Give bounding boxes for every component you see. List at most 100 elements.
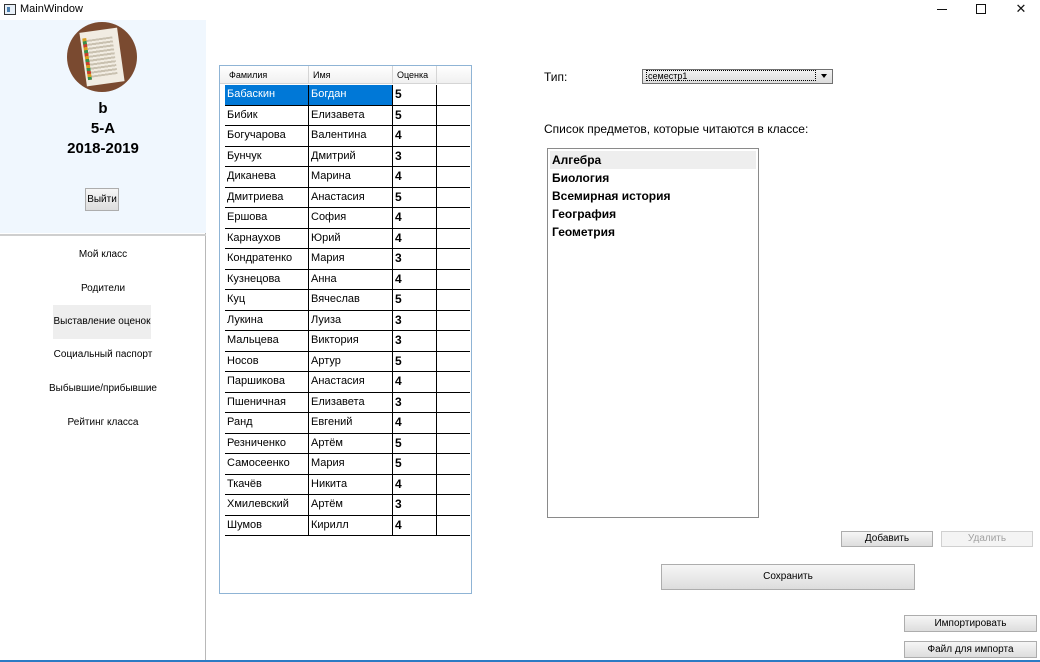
grade-cell[interactable]: 5 xyxy=(393,290,437,311)
grades-table[interactable]: Фамилия Имя Оценка Бабаскин Богдан 5 Бибик Е… xyxy=(219,65,472,594)
surname-cell[interactable]: Мальцева xyxy=(225,331,309,352)
grade-cell[interactable]: 5 xyxy=(393,433,437,454)
table-row[interactable]: Ершова София 4 xyxy=(225,208,470,229)
grade-cell[interactable]: 4 xyxy=(393,228,437,249)
nav-item-class-rating[interactable]: Рейтинг класса xyxy=(40,406,166,440)
surname-cell[interactable]: Шумов xyxy=(225,515,309,536)
table-row[interactable]: Ткачёв Никита 4 xyxy=(225,474,470,495)
name-cell[interactable]: Дмитрий xyxy=(309,146,393,167)
name-cell[interactable]: Елизавета xyxy=(309,392,393,413)
grade-cell[interactable]: 3 xyxy=(393,310,437,331)
table-row[interactable]: Самосеенко Мария 5 xyxy=(225,454,470,475)
list-item[interactable]: Всемирная история xyxy=(550,187,756,205)
grade-cell[interactable]: 3 xyxy=(393,331,437,352)
grade-cell[interactable]: 3 xyxy=(393,495,437,516)
nav-item-grading[interactable]: Выставление оценок xyxy=(53,305,151,339)
table-row[interactable]: Кузнецова Анна 4 xyxy=(225,269,470,290)
surname-cell[interactable]: Паршикова xyxy=(225,372,309,393)
grade-cell[interactable]: 5 xyxy=(393,351,437,372)
grade-cell[interactable]: 3 xyxy=(393,146,437,167)
list-item[interactable]: Алгебра xyxy=(550,151,756,169)
name-cell[interactable]: Юрий xyxy=(309,228,393,249)
surname-cell[interactable]: Кузнецова xyxy=(225,269,309,290)
delete-button[interactable]: Удалить xyxy=(941,531,1033,547)
table-row[interactable]: Бибик Елизавета 5 xyxy=(225,105,470,126)
grade-cell[interactable]: 3 xyxy=(393,392,437,413)
name-cell[interactable]: Никита xyxy=(309,474,393,495)
name-cell[interactable]: Луиза xyxy=(309,310,393,331)
name-cell[interactable]: Анна xyxy=(309,269,393,290)
nav-item-my-class[interactable]: Мой класс xyxy=(40,238,166,272)
surname-cell[interactable]: Ранд xyxy=(225,413,309,434)
grade-cell[interactable]: 4 xyxy=(393,208,437,229)
name-cell[interactable]: Богдан xyxy=(309,85,393,106)
grade-cell[interactable]: 4 xyxy=(393,474,437,495)
column-header-grade[interactable]: Оценка xyxy=(393,66,437,84)
import-button[interactable]: Импортировать xyxy=(904,615,1037,632)
column-header-name[interactable]: Имя xyxy=(309,66,393,84)
import-file-button[interactable]: Файл для импорта xyxy=(904,641,1037,658)
name-cell[interactable]: Мария xyxy=(309,454,393,475)
list-item[interactable]: География xyxy=(550,205,756,223)
name-cell[interactable]: Валентина xyxy=(309,126,393,147)
name-cell[interactable]: Артур xyxy=(309,351,393,372)
minimize-button[interactable] xyxy=(927,0,957,20)
table-row[interactable]: Лукина Луиза 3 xyxy=(225,310,470,331)
table-row[interactable]: Бунчук Дмитрий 3 xyxy=(225,146,470,167)
table-row[interactable]: Пшеничная Елизавета 3 xyxy=(225,392,470,413)
table-row[interactable]: Богучарова Валентина 4 xyxy=(225,126,470,147)
name-cell[interactable]: Анастасия xyxy=(309,372,393,393)
table-row[interactable]: Диканева Марина 4 xyxy=(225,167,470,188)
table-row[interactable]: Паршикова Анастасия 4 xyxy=(225,372,470,393)
surname-cell[interactable]: Ткачёв xyxy=(225,474,309,495)
table-row[interactable]: Кондратенко Мария 3 xyxy=(225,249,470,270)
name-cell[interactable]: Марина xyxy=(309,167,393,188)
surname-cell[interactable]: Куц xyxy=(225,290,309,311)
type-select[interactable]: семестр1 xyxy=(642,69,833,84)
name-cell[interactable]: Анастасия xyxy=(309,187,393,208)
surname-cell[interactable]: Лукина xyxy=(225,310,309,331)
grade-cell[interactable]: 4 xyxy=(393,413,437,434)
nav-item-social-passport[interactable]: Социальный паспорт xyxy=(40,338,166,372)
grade-cell[interactable]: 5 xyxy=(393,105,437,126)
table-row[interactable]: Мальцева Виктория 3 xyxy=(225,331,470,352)
surname-cell[interactable]: Ершова xyxy=(225,208,309,229)
surname-cell[interactable]: Хмилевский xyxy=(225,495,309,516)
table-row[interactable]: Резниченко Артём 5 xyxy=(225,433,470,454)
surname-cell[interactable]: Бунчук xyxy=(225,146,309,167)
name-cell[interactable]: Елизавета xyxy=(309,105,393,126)
surname-cell[interactable]: Резниченко xyxy=(225,433,309,454)
grade-cell[interactable]: 5 xyxy=(393,454,437,475)
list-item[interactable]: Биология xyxy=(550,169,756,187)
grade-cell[interactable]: 4 xyxy=(393,372,437,393)
list-item[interactable]: Геометрия xyxy=(550,223,756,241)
table-row[interactable]: Бабаскин Богдан 5 xyxy=(225,85,470,106)
close-button[interactable]: ✕ xyxy=(1006,0,1036,20)
name-cell[interactable]: Мария xyxy=(309,249,393,270)
grade-cell[interactable]: 4 xyxy=(393,126,437,147)
surname-cell[interactable]: Самосеенко xyxy=(225,454,309,475)
name-cell[interactable]: Евгений xyxy=(309,413,393,434)
table-row[interactable]: Дмитриева Анастасия 5 xyxy=(225,187,470,208)
save-button[interactable]: Сохранить xyxy=(661,564,915,590)
table-row[interactable]: Ранд Евгений 4 xyxy=(225,413,470,434)
nav-item-parents[interactable]: Родители xyxy=(40,272,166,306)
table-row[interactable]: Носов Артур 5 xyxy=(225,351,470,372)
surname-cell[interactable]: Пшеничная xyxy=(225,392,309,413)
surname-cell[interactable]: Карнаухов xyxy=(225,228,309,249)
surname-cell[interactable]: Бибик xyxy=(225,105,309,126)
surname-cell[interactable]: Дмитриева xyxy=(225,187,309,208)
surname-cell[interactable]: Бабаскин xyxy=(225,85,309,106)
subjects-list[interactable]: Алгебра Биология Всемирная история Геогр… xyxy=(547,148,759,518)
grade-cell[interactable]: 5 xyxy=(393,85,437,106)
grade-cell[interactable]: 5 xyxy=(393,187,437,208)
grade-cell[interactable]: 3 xyxy=(393,249,437,270)
table-row[interactable]: Шумов Кирилл 4 xyxy=(225,515,470,536)
grade-cell[interactable]: 4 xyxy=(393,515,437,536)
nav-item-transfers[interactable]: Выбывшие/прибывшие xyxy=(40,372,166,406)
surname-cell[interactable]: Носов xyxy=(225,351,309,372)
maximize-button[interactable] xyxy=(966,0,996,20)
add-button[interactable]: Добавить xyxy=(841,531,933,547)
name-cell[interactable]: София xyxy=(309,208,393,229)
name-cell[interactable]: Артём xyxy=(309,495,393,516)
